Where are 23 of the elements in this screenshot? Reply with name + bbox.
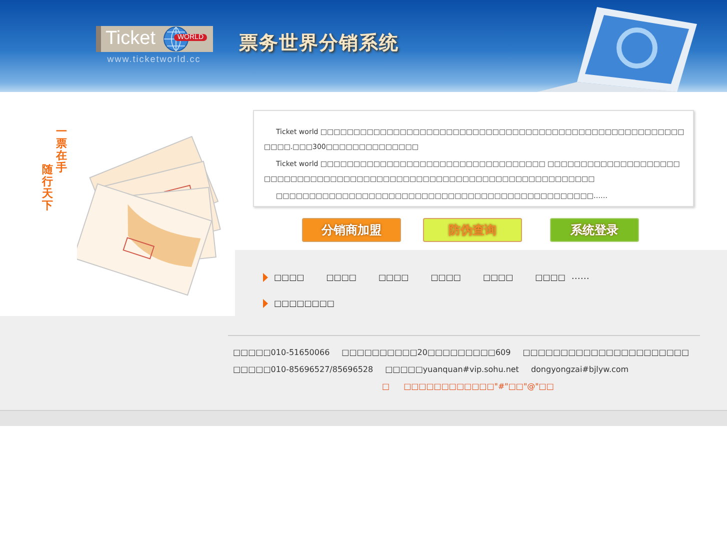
- contact-text: □□□□□□□□□□□□"#"□□"@"□□: [404, 382, 554, 391]
- nav-link[interactable]: □□□□: [482, 272, 514, 282]
- contact-text: □□□□□yuanquan#vip.sohu.net: [385, 365, 519, 374]
- triangle-bullet-icon: [263, 272, 268, 282]
- contact-text: □: [382, 382, 390, 391]
- logo-text: Ticket: [106, 28, 156, 50]
- nav-link[interactable]: □□□□: [378, 272, 409, 282]
- nav-link[interactable]: □□□□: [274, 272, 304, 282]
- contact-text: □□□□□010-85696527/85696528: [233, 365, 374, 374]
- nav-link[interactable]: □□□□: [430, 272, 461, 282]
- slogan-text: 随行天下: [42, 164, 53, 212]
- site-url: www.ticketworld.cc: [107, 54, 201, 64]
- contact-text: □□□□□□□□□□□□□□□□□□□□□□: [522, 348, 690, 357]
- nav-link[interactable]: □□□□□□□□: [274, 298, 334, 308]
- nav-link[interactable]: □□□□: [326, 272, 356, 282]
- system-title: 票务世界分销系统: [239, 31, 399, 56]
- contact-text: □□□□□010-51650066: [233, 348, 330, 357]
- contact-text: □□□□□□□□□□20□□□□□□□□□609: [342, 348, 511, 357]
- nav-link[interactable]: □□□□: [535, 272, 566, 282]
- contact-text: dongyongzai#bjlyw.com: [530, 365, 629, 374]
- more-text: ……: [571, 272, 590, 282]
- slogan-text: 一票在手: [56, 126, 67, 174]
- triangle-bullet-icon: [263, 298, 268, 308]
